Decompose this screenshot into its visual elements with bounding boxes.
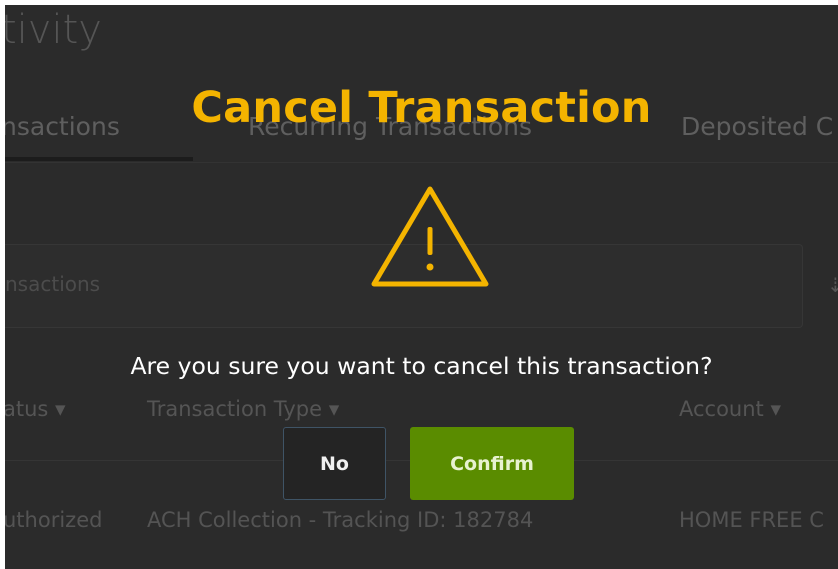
sort-caret-icon: ▾ bbox=[328, 397, 340, 421]
column-header-label: atus bbox=[5, 397, 49, 421]
confirm-button[interactable]: Confirm bbox=[410, 427, 574, 500]
table-cell-status: uthorized bbox=[5, 508, 103, 532]
sort-caret-icon: ▾ bbox=[770, 397, 782, 421]
search-placeholder: nsactions bbox=[5, 272, 101, 296]
page-title: tivity bbox=[5, 7, 102, 53]
modal-title: Cancel Transaction bbox=[191, 83, 652, 133]
column-header-label: Account bbox=[679, 397, 764, 421]
table-cell-account: HOME FREE C bbox=[679, 508, 824, 532]
modal-message: Are you sure you want to cancel this tra… bbox=[130, 352, 713, 380]
no-button[interactable]: No bbox=[283, 427, 386, 500]
sort-caret-icon: ▾ bbox=[55, 397, 66, 421]
filter-icon[interactable]: ⇣ bbox=[827, 273, 838, 297]
column-header-label: Transaction Type bbox=[147, 397, 323, 421]
active-tab-indicator bbox=[5, 157, 193, 161]
column-header-status[interactable]: atus ▾ bbox=[5, 397, 66, 421]
warning-triangle-icon bbox=[371, 186, 489, 287]
table-cell-transaction-type: ACH Collection - Tracking ID: 182784 bbox=[147, 508, 534, 532]
column-header-transaction-type[interactable]: Transaction Type ▾ bbox=[147, 397, 339, 421]
tabs-divider bbox=[5, 162, 838, 163]
screen: tivity nsactions Recurring Transactions … bbox=[5, 5, 838, 569]
column-header-account[interactable]: Account ▾ bbox=[679, 397, 781, 421]
